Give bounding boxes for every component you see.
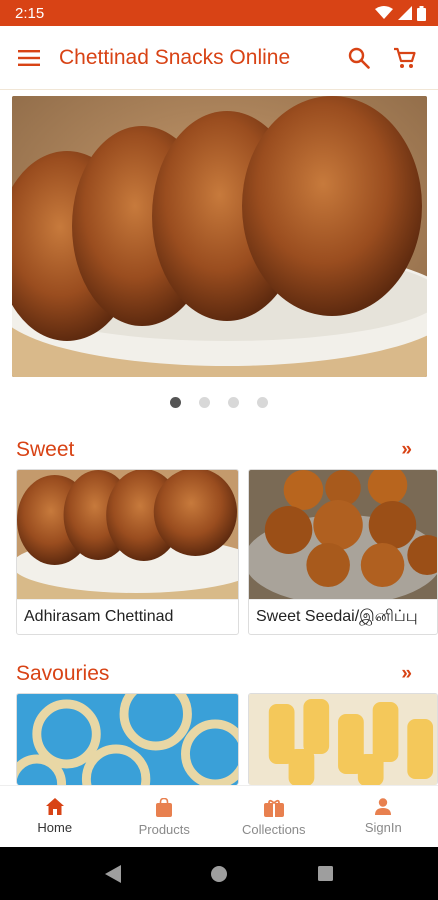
- sweet-more-button[interactable]: »: [401, 439, 411, 461]
- product-image: [249, 470, 437, 599]
- nav-label: SignIn: [364, 820, 402, 835]
- savouries-more-button[interactable]: »: [401, 663, 411, 685]
- status-icons: [375, 5, 426, 21]
- section-title: Sweet: [16, 438, 75, 461]
- nav-label: Products: [138, 822, 190, 837]
- section-header-sweet: Sweet »: [16, 436, 412, 464]
- status-time: 2:15: [15, 4, 45, 22]
- product-image: [249, 694, 437, 785]
- home-icon: [45, 798, 64, 815]
- app-bar: Chettinad Snacks Online: [0, 26, 438, 90]
- banner-image: [12, 96, 427, 377]
- product-card[interactable]: [248, 693, 438, 785]
- product-card[interactable]: [16, 693, 239, 785]
- app-actions: [346, 45, 418, 71]
- banner-carousel[interactable]: [12, 96, 427, 377]
- search-button[interactable]: [346, 45, 372, 71]
- cellular-signal-icon: [398, 6, 412, 20]
- carousel-dot[interactable]: [228, 397, 239, 408]
- gift-box-icon: [263, 799, 284, 817]
- nav-collections[interactable]: Collections: [219, 786, 329, 848]
- cart-button[interactable]: [392, 45, 418, 71]
- app-title: Chettinad Snacks Online: [59, 45, 291, 69]
- product-label: Adhirasam Chettinad: [17, 599, 238, 634]
- section-title: Savouries: [16, 662, 110, 685]
- product-image: [17, 694, 238, 785]
- section-header-savouries: Savouries »: [16, 660, 412, 688]
- nav-home[interactable]: Home: [0, 786, 110, 848]
- product-card[interactable]: Adhirasam Chettinad: [16, 469, 239, 635]
- status-bar: 2:15: [0, 0, 438, 26]
- menu-button[interactable]: [16, 45, 42, 71]
- nav-products[interactable]: Products: [110, 786, 220, 848]
- shopping-bag-icon: [156, 798, 173, 817]
- home-circle-icon[interactable]: [211, 865, 228, 882]
- product-card[interactable]: Sweet Seedai/இனிப்பு: [248, 469, 438, 635]
- system-navigation-bar: [0, 847, 438, 900]
- carousel-dot[interactable]: [199, 397, 210, 408]
- carousel-dot[interactable]: [170, 397, 181, 408]
- carousel-indicators: [0, 397, 438, 408]
- person-icon: [375, 798, 392, 815]
- carousel-dot[interactable]: [257, 397, 268, 408]
- product-label: Sweet Seedai/இனிப்பு: [249, 599, 437, 634]
- product-image: [17, 470, 238, 599]
- back-icon[interactable]: [105, 864, 122, 883]
- battery-icon: [417, 5, 426, 21]
- bottom-navigation: Home Products Collections SignIn: [0, 785, 438, 848]
- recents-square-icon[interactable]: [317, 866, 333, 881]
- hamburger-menu-icon: [18, 49, 40, 66]
- nav-label: Home: [37, 820, 73, 835]
- shopping-cart-icon: [394, 47, 416, 68]
- nav-signin[interactable]: SignIn: [329, 786, 438, 848]
- wifi-icon: [375, 6, 393, 19]
- nav-label: Collections: [241, 822, 306, 837]
- search-icon: [348, 47, 370, 69]
